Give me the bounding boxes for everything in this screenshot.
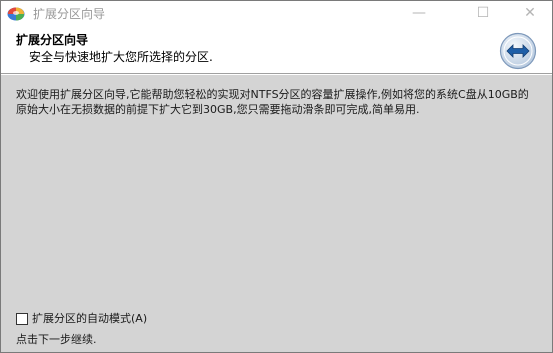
header-subtitle: 安全与快速地扩大您所选择的分区. xyxy=(29,50,213,64)
window-title: 扩展分区向导 xyxy=(33,7,106,21)
auto-mode-label[interactable]: 扩展分区的自动模式(A) xyxy=(32,312,147,326)
auto-mode-option[interactable]: 扩展分区的自动模式(A) xyxy=(16,312,147,326)
description-text: 欢迎使用扩展分区向导,它能帮助您轻松的实现对NTFS分区的容量扩展操作,例如将您… xyxy=(16,88,529,116)
maximize-button[interactable]: ☐ xyxy=(461,1,505,25)
header-title: 扩展分区向导 xyxy=(16,33,89,47)
wizard-content: 欢迎使用扩展分区向导,它能帮助您轻松的实现对NTFS分区的容量扩展操作,例如将您… xyxy=(1,75,552,352)
wizard-window: 扩展分区向导 — ☐ ✕ 扩展分区向导 安全与快速地扩大您所选择的分区. 欢迎使… xyxy=(0,0,553,353)
extend-arrows-icon xyxy=(499,32,537,70)
next-hint-text: 点击下一步继续. xyxy=(16,333,97,346)
title-bar[interactable]: 扩展分区向导 — ☐ ✕ xyxy=(1,1,552,27)
close-button[interactable]: ✕ xyxy=(508,1,552,25)
app-logo-icon xyxy=(7,5,25,21)
auto-mode-checkbox[interactable] xyxy=(16,313,28,325)
minimize-button[interactable]: — xyxy=(397,1,441,25)
wizard-header: 扩展分区向导 安全与快速地扩大您所选择的分区. xyxy=(1,27,552,74)
